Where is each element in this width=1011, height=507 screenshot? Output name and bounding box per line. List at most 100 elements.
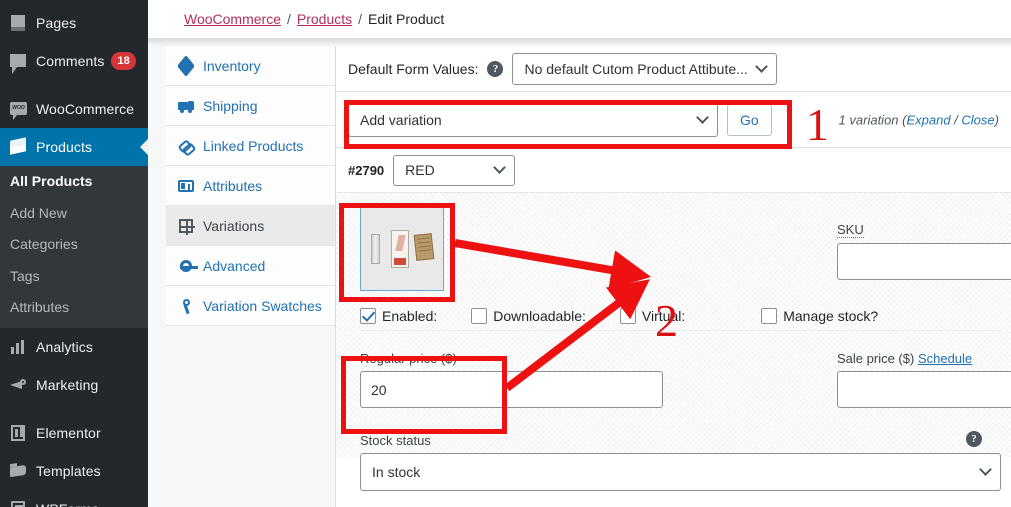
tab-label: Advanced — [203, 257, 266, 274]
add-variation-select[interactable]: Add variation — [348, 102, 718, 137]
add-variation-row: Add variation Go 1 variation (Expand / C… — [336, 92, 1011, 148]
downloadable-label: Downloadable: — [493, 307, 586, 324]
regular-price-label: Regular price ($) — [360, 351, 457, 366]
sidebar-item-all-products[interactable]: All Products — [0, 166, 148, 198]
woocommerce-icon: WOO — [8, 99, 28, 120]
variation-header-row: #2790 RED — [336, 148, 1011, 192]
sidebar-item-label: WooCommerce — [36, 101, 135, 117]
chevron-down-icon — [979, 463, 992, 476]
sidebar-item-label: Marketing — [36, 376, 99, 393]
sidebar-item-templates[interactable]: Templates — [0, 452, 148, 490]
variation-attribute-select[interactable]: RED — [393, 154, 516, 186]
shipping-truck-icon — [178, 98, 194, 114]
sidebar-item-products[interactable]: Products — [0, 128, 148, 166]
elementor-icon — [8, 423, 28, 443]
breadcrumb-current-page: Edit Product — [368, 11, 445, 27]
sidebar-item-label: Elementor — [36, 424, 101, 441]
sidebar-item-woocommerce[interactable]: WOO WooCommerce — [0, 90, 148, 128]
sidebar-item-label: WPForms — [28, 501, 99, 507]
variation-id: #2790 — [348, 162, 385, 178]
sidebar-item-comments[interactable]: Comments 18 — [0, 42, 148, 80]
gear-icon — [178, 258, 198, 274]
sidebar-item-label: Comments — [36, 53, 105, 69]
default-attribute-select-value: No default Cutom Product Attibute... — [524, 60, 748, 77]
tab-variation-swatches[interactable]: Variation Swatches — [166, 286, 335, 326]
breadcrumb-link-products[interactable]: Products — [297, 11, 352, 27]
menu-separator — [0, 404, 148, 414]
virtual-checkbox[interactable] — [619, 307, 636, 324]
variation-count-text: 1 variation (Expand / Close) — [839, 112, 999, 127]
wpforms-icon — [8, 499, 28, 507]
tab-label: Variations — [203, 217, 265, 234]
marketing-icon — [8, 375, 28, 395]
comments-icon — [8, 51, 28, 74]
enabled-checkbox-item[interactable]: Enabled: — [360, 307, 438, 324]
attributes-icon — [178, 178, 194, 194]
product-image — [369, 228, 435, 270]
tab-label: Attributes — [203, 177, 263, 194]
manage-stock-checkbox-item[interactable]: Manage stock? — [761, 307, 879, 324]
manage-stock-checkbox[interactable] — [761, 307, 778, 324]
tab-label: Inventory — [203, 57, 261, 74]
help-icon[interactable]: ? — [487, 60, 504, 77]
default-attribute-select[interactable]: No default Cutom Product Attibute... — [512, 52, 778, 85]
default-form-values-row: Default Form Values: ? No default Cutom … — [336, 46, 1011, 92]
tab-attributes[interactable]: Attributes — [166, 166, 335, 206]
menu-separator — [0, 80, 148, 90]
go-button[interactable]: Go — [727, 103, 772, 136]
downloadable-checkbox[interactable] — [471, 307, 488, 324]
stock-status-select[interactable]: In stock — [360, 453, 1001, 491]
variation-attribute-value: RED — [405, 162, 435, 178]
sale-price-field-group: Sale price ($) Schedule — [837, 351, 1011, 408]
sale-price-input[interactable] — [837, 371, 1011, 408]
variation-image-wrapper — [360, 207, 444, 291]
expand-link[interactable]: Expand — [906, 112, 950, 127]
sku-label: SKU — [837, 222, 864, 238]
link-icon — [178, 138, 194, 154]
analytics-icon — [8, 337, 28, 357]
sale-price-label: Sale price ($) Schedule — [837, 351, 1011, 366]
downloadable-checkbox-item[interactable]: Downloadable: — [471, 307, 586, 324]
sidebar-item-label: Analytics — [36, 338, 93, 355]
sidebar-item-attributes[interactable]: Attributes — [0, 292, 148, 324]
sku-input[interactable] — [837, 243, 1011, 280]
sidebar-item-analytics[interactable]: Analytics — [0, 328, 148, 366]
regular-price-input[interactable] — [360, 371, 663, 408]
variation-thumbnail[interactable] — [360, 207, 444, 291]
enabled-label: Enabled: — [382, 307, 438, 324]
tab-variations[interactable]: Variations — [166, 206, 335, 246]
schedule-link[interactable]: Schedule — [918, 351, 972, 366]
sidebar-item-pages[interactable]: Pages — [0, 4, 148, 42]
breadcrumb-link-woocommerce[interactable]: WooCommerce — [184, 11, 281, 27]
sidebar-item-label: Pages — [36, 15, 77, 31]
variations-grid-icon — [178, 218, 195, 235]
screenshot-root: Pages Comments 18 WOO WooCommerce Produc… — [0, 0, 1011, 507]
manage-stock-label: Manage stock? — [783, 307, 879, 324]
sidebar-item-elementor[interactable]: Elementor — [0, 414, 148, 452]
wrench-icon — [178, 298, 194, 314]
count-separator: / — [950, 112, 962, 127]
chevron-down-icon — [493, 161, 507, 174]
tab-linked-products[interactable]: Linked Products — [166, 126, 335, 166]
stock-status-value: In stock — [372, 464, 421, 480]
sku-field-group: ? SKU — [837, 221, 1011, 280]
variation-count-label: 1 variation ( — [838, 112, 907, 127]
enabled-checkbox[interactable] — [360, 307, 376, 324]
tab-shipping[interactable]: Shipping — [166, 86, 335, 126]
regular-price-field-group: Regular price ($) — [360, 351, 663, 408]
sidebar-item-marketing[interactable]: Marketing — [0, 366, 148, 404]
comments-count-badge: 18 — [111, 52, 136, 70]
breadcrumb: WooCommerce / Products / Edit Product — [148, 0, 1011, 38]
tab-advanced[interactable]: Advanced — [166, 246, 335, 286]
help-icon[interactable]: ? — [966, 431, 982, 447]
chevron-down-icon — [696, 110, 709, 124]
sidebar-item-categories[interactable]: Categories — [0, 229, 148, 261]
variation-checkboxes-row: Enabled: Downloadable: Virtual: Manage s… — [360, 301, 1001, 331]
close-link[interactable]: Close — [961, 112, 994, 127]
sidebar-item-add-new[interactable]: Add New — [0, 198, 148, 230]
tab-inventory[interactable]: Inventory — [166, 46, 335, 86]
breadcrumb-separator: / — [358, 11, 363, 27]
virtual-checkbox-item[interactable]: Virtual: — [619, 307, 685, 324]
sidebar-item-wpforms[interactable]: WPForms — [0, 490, 148, 507]
sidebar-item-tags[interactable]: Tags — [0, 261, 148, 293]
